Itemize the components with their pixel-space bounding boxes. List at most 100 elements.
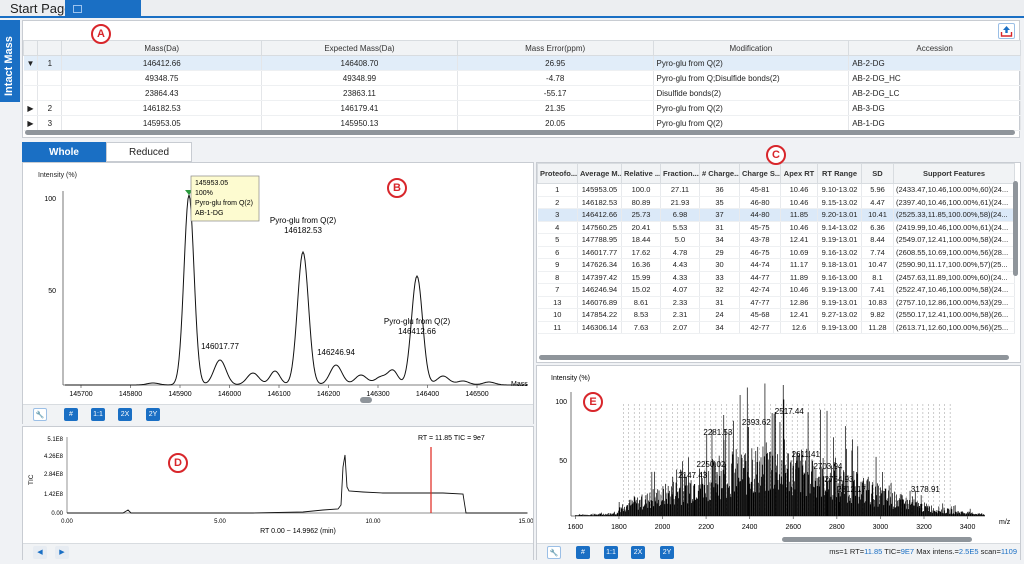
col-header-modification[interactable]: Modification [652,40,850,56]
col-header-mass-error[interactable]: Mass Error(ppm) [456,40,654,56]
table-cell: 45-68 [739,308,781,322]
table-row[interactable]: 23864.43 23863.11 -55.17 Disulfide bonds(2)… [23,85,1021,101]
col-header[interactable]: # Charge... [699,163,740,184]
table-cell: 4.33 [660,271,700,284]
zoom-2x-button[interactable]: 2X [631,546,645,559]
table-cell: 4.47 [861,196,894,209]
tab-reduced[interactable]: Reduced [106,142,192,162]
cell-mass-error: 26.95 [457,55,654,71]
horizontal-scrollbar[interactable] [25,130,1015,135]
table-cell: 8 [537,271,578,284]
ms-x-tick: 1800 [611,524,627,531]
table-cell: 10.46 [780,221,818,234]
x-tick-label: 146000 [218,391,241,398]
table-row[interactable]: 6 146017.77 17.62 4.78 29 46-75 10.69 9.16-13.0… [537,246,1015,259]
table-row[interactable]: 3 146412.66 25.73 6.98 37 44-80 11.85 9.20-13.0… [537,208,1015,222]
table-cell: 7.63 [621,321,661,334]
table-row[interactable]: 13 146076.89 8.61 2.33 31 47-77 12.86 9.19-13.0… [537,296,1015,309]
col-header[interactable]: Average M... [577,163,622,184]
grid-toggle-button[interactable]: # [576,546,590,559]
expand-toggle [23,70,39,86]
reset-zoom-button[interactable]: 1:1 [604,546,618,559]
table-cell: 146017.77 [577,246,622,259]
y-tick-100: 100 [44,196,56,203]
table-cell: 36 [699,183,740,197]
horizontal-scrollbar[interactable] [539,355,1009,360]
table-row[interactable]: 49348.75 49348.99 -4.78 Pyro-glu from Q;Dis… [23,70,1021,86]
ms-peak-label: 2393.62 [742,418,771,427]
tooltip-line: 145953.05 [195,180,228,187]
table-row[interactable]: 2 146182.53 80.89 21.93 35 46-80 10.46 9.15-13.… [537,196,1015,209]
table-row[interactable]: 4 147560.25 20.41 5.53 31 45-75 10.46 9.14-13.0… [537,221,1015,234]
tab-deglyco[interactable]: deglyco× [65,0,141,34]
document-tab-bar: Start Page deglyco× [0,0,1024,34]
table-row[interactable]: 9 147626.34 16.36 4.43 30 44-74 11.17 9.18-13.0… [537,258,1015,272]
col-header-accession[interactable]: Accession [848,40,1021,56]
table-cell: 24 [699,308,740,322]
zoom-2y-button[interactable]: 2Y [660,546,674,559]
table-cell: 9 [537,258,578,272]
cell-modification: Pyro-glu from Q(2) [653,115,850,131]
table-cell: 10.41 [861,208,894,222]
ms-peak-label: 2703.94 [813,462,842,471]
table-row[interactable]: 1 145953.05 100.0 27.11 36 45-81 10.46 9.10-13.… [537,183,1015,197]
cell-mass: 146182.53 [61,100,263,116]
ms-x-tick: 2200 [698,524,714,531]
table-row[interactable]: 11 146306.14 7.63 2.07 34 42-77 12.6 9.19-13.00… [537,321,1015,334]
table-cell: 6.36 [861,221,894,234]
wrench-icon[interactable]: 🔧 [547,546,561,559]
table-cell: 11.28 [861,321,894,334]
table-cell: 146182.53 [577,196,622,209]
table-row[interactable]: 5 147788.95 18.44 5.0 34 43-78 12.41 9.19-13.01… [537,233,1015,247]
zoom-2x-button[interactable]: 2X [118,408,132,421]
row-id [37,85,63,101]
proteoform-table-panel: Proteofo... Average M... Relative ... Fract… [536,162,1021,363]
col-header[interactable]: Apex RT [780,163,818,184]
cell-mass: 145953.05 [61,115,263,131]
previous-scan-icon[interactable]: ◀ [33,546,47,559]
table-cell: (2549.07,12.41,100.00%,58)(24... [893,233,1015,247]
row-id: 2 [37,100,63,116]
vertical-scrollbar[interactable] [1013,181,1018,276]
table-row[interactable]: 8 147397.42 15.99 4.33 33 44-77 11.89 9.16-13.0… [537,271,1015,284]
col-header-expected-mass[interactable]: Expected Mass(Da) [261,40,458,56]
table-cell: 44-80 [739,208,781,222]
table-cell: 9.19-13.00 [817,283,862,297]
table-cell: 8.44 [861,233,894,247]
col-header[interactable]: SD [861,163,894,184]
cell-accession: AB-2-DG_HC [848,70,1021,86]
table-row[interactable]: ▶ 3 145953.05 145950.13 20.05 Pyro-glu from Q… [23,115,1021,131]
chart-scroll-thumb[interactable] [360,397,372,403]
table-cell: 10.46 [780,196,818,209]
col-header[interactable]: Charge S... [739,163,781,184]
table-cell: 9.19-13.01 [817,233,862,247]
table-row[interactable]: 7 146246.94 15.02 4.07 32 42-74 10.46 9.19-13.0… [537,283,1015,297]
col-header[interactable]: RT Range [817,163,862,184]
zoom-2y-button[interactable]: 2Y [146,408,160,421]
next-scan-icon[interactable]: ▶ [55,546,69,559]
cell-accession: AB-2-DG_LC [848,85,1021,101]
cell-mass: 146412.66 [61,55,263,71]
col-header[interactable]: Proteofo... [537,163,578,184]
table-cell: 34 [699,321,740,334]
grid-toggle-button[interactable]: # [64,408,78,421]
table-cell: (2757.10,12.86,100.00%,53)(29... [893,296,1015,309]
callout-label-a: A [91,24,111,44]
chart-scroll-thumb[interactable] [782,537,972,542]
col-header-mass[interactable]: Mass(Da) [61,40,263,56]
table-row[interactable]: ▼ 1 146412.66 146408.70 26.95 Pyro-glu from Q… [23,55,1021,71]
col-header[interactable]: Support Features [893,163,1015,184]
reset-zoom-button[interactable]: 1:1 [91,408,105,421]
table-row[interactable]: ▶ 2 146182.53 146179.41 21.35 Pyro-glu from Q… [23,100,1021,116]
side-tab-intact-mass[interactable]: Intact Mass [0,20,20,102]
table-row[interactable]: 10 147854.22 8.53 2.31 24 45-68 12.41 9.27-13.0… [537,308,1015,322]
expand-toggle [23,85,39,101]
export-button[interactable] [998,23,1015,39]
ms-x-tick: 2000 [655,524,671,531]
wrench-icon[interactable]: 🔧 [33,408,47,421]
col-header[interactable]: Relative ... [621,163,661,184]
col-header[interactable]: Fraction... [660,163,700,184]
table-cell: 10.83 [861,296,894,309]
tab-whole[interactable]: Whole [22,142,106,162]
tic-ylabel: TIC [28,474,35,485]
